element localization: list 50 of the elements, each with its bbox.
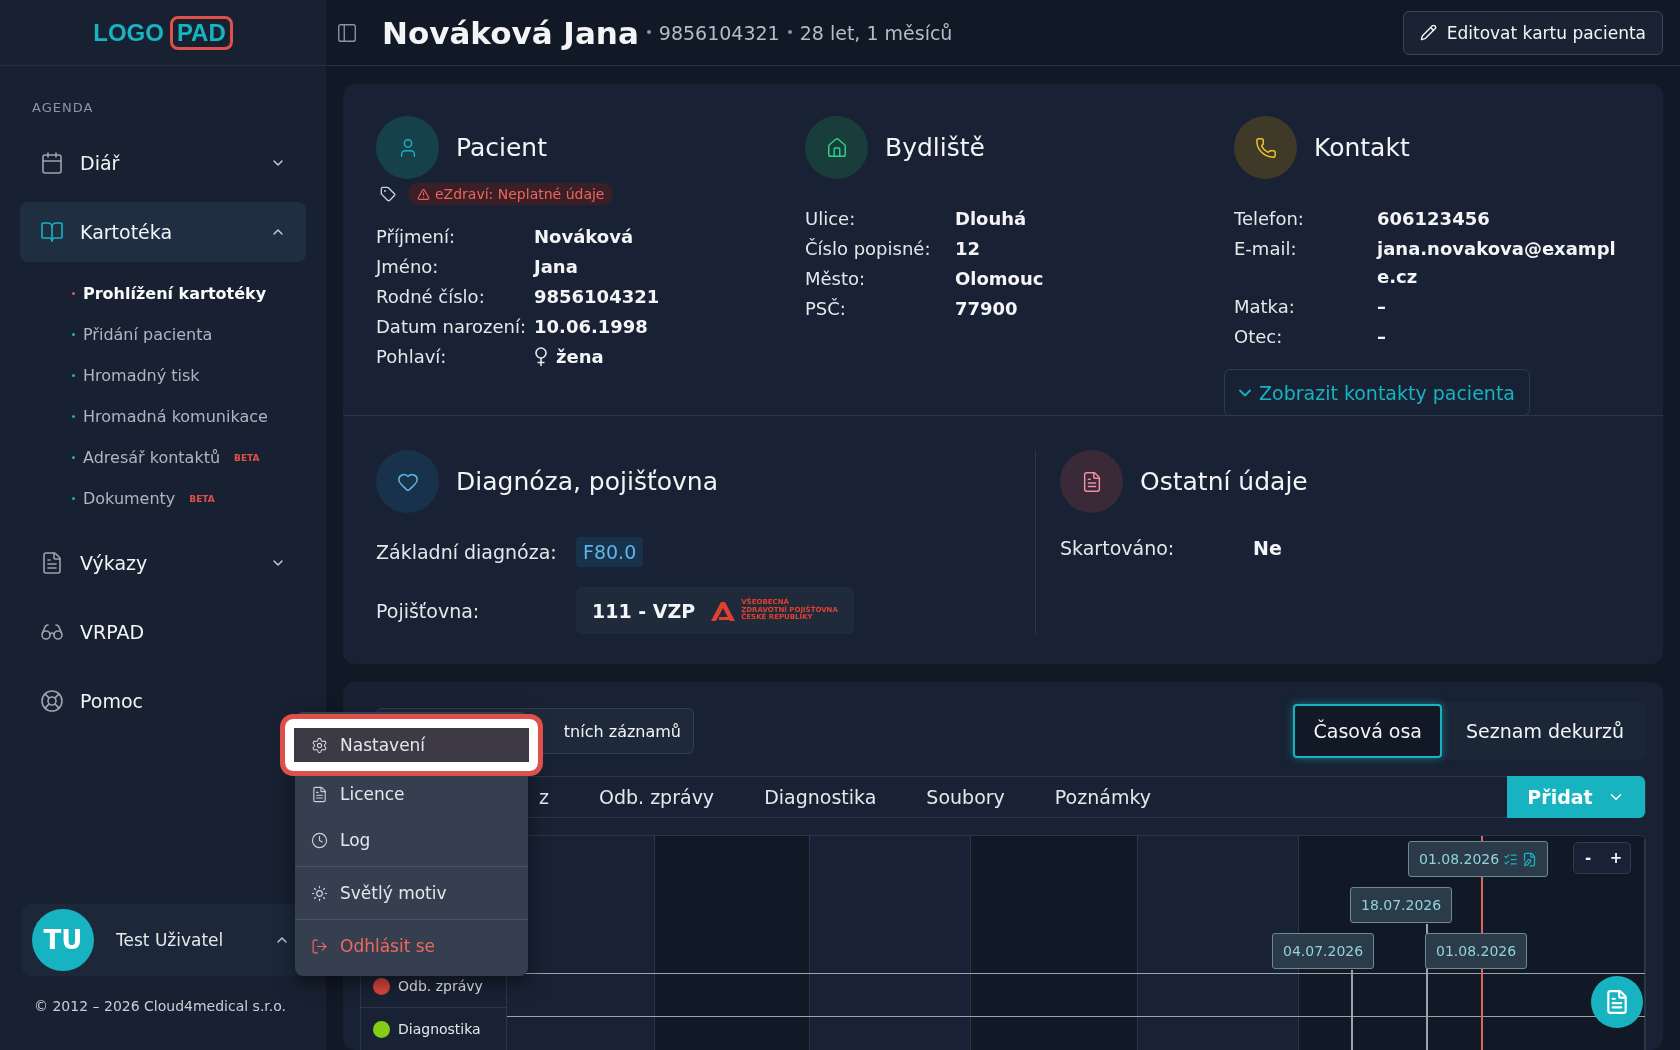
field-value: Ne <box>1253 537 1282 559</box>
field-label: Město: <box>805 267 867 291</box>
copyright: © 2012 – 2026 Cloud4medical s.r.o. <box>34 998 288 1014</box>
warning-badge: eZdraví: Neplatné údaje <box>408 183 614 205</box>
field-value: 10.06.1998 <box>534 315 649 339</box>
field-label: Datum narození: <box>376 315 528 339</box>
field-label: Číslo popisné: <box>805 237 932 261</box>
diagnosis-code: F80.0 <box>576 537 644 567</box>
beta-label: BETA <box>189 493 215 504</box>
field-label: E-mail: <box>1234 237 1298 261</box>
user-name: Test Uživatel <box>116 930 225 950</box>
field-label: Jméno: <box>376 255 440 279</box>
section-title: Bydliště <box>885 133 985 162</box>
field-label: Příjmení: <box>376 225 457 249</box>
field-label: Otec: <box>1234 325 1284 349</box>
field-label: Skartováno: <box>1060 537 1176 559</box>
field-value: Olomouc <box>955 267 1045 291</box>
field-label: Ulice: <box>805 207 857 231</box>
field-value: jana.novakova@example.cz <box>1377 237 1617 289</box>
logo-badge: PAD <box>169 15 233 50</box>
field-label: Základní diagnóza: <box>376 541 558 563</box>
field-value: Jana <box>534 255 579 279</box>
legend-label: Odb. zprávy <box>398 978 483 994</box>
field-value: – <box>1377 295 1387 319</box>
section-label: AGENDA <box>32 100 94 115</box>
field-value: 77900 <box>955 297 1019 321</box>
avatar: TU <box>32 909 94 971</box>
section-title: Pacient <box>456 133 547 162</box>
field-value: 606123456 <box>1377 207 1491 231</box>
field-label: Rodné číslo: <box>376 285 486 309</box>
field-label: PSČ: <box>805 297 847 321</box>
birth-number: 9856104321 <box>658 21 780 44</box>
field-value: 9856104321 <box>534 285 661 309</box>
patient-age: 28 let, 1 měsíců <box>799 21 953 44</box>
field-value: žena <box>534 343 784 371</box>
field-value: – <box>1377 325 1387 349</box>
field-label: Pohlaví: <box>376 345 448 369</box>
section-title: Kontakt <box>1314 133 1410 162</box>
logo-text: LOGO <box>93 18 164 47</box>
field-value: 12 <box>955 237 982 261</box>
patient-name: Nováková Jana <box>382 14 639 51</box>
field-value: Nováková <box>534 225 635 249</box>
field-label: Telefon: <box>1234 207 1305 231</box>
section-title: Diagnóza, pojišťovna <box>456 467 718 496</box>
legend-label: Diagnostika <box>398 1021 481 1037</box>
field-label: Pojišťovna: <box>376 599 481 622</box>
field-value: Dlouhá <box>955 207 1028 231</box>
section-title: Ostatní údaje <box>1140 467 1308 496</box>
field-label: Matka: <box>1234 295 1296 319</box>
beta-label: BETA <box>234 452 260 463</box>
